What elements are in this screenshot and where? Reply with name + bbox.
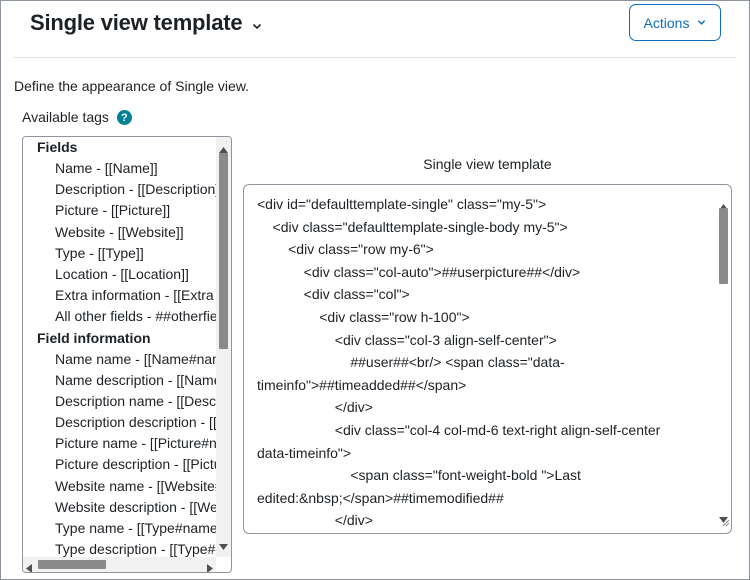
tag-item[interactable]: Description name - [[Description#name]] [23, 391, 216, 412]
page-title: Single view template [30, 10, 243, 35]
chevron-down-icon [697, 18, 706, 27]
code-line: </div> [257, 399, 373, 416]
scroll-right-arrow-icon[interactable] [207, 560, 213, 572]
code-line: <div id="defaulttemplate-single" class="… [257, 196, 547, 212]
available-tags-text: Available tags [22, 109, 109, 125]
tag-item[interactable]: Name description - [[Name#description]] [23, 370, 216, 391]
tag-item[interactable]: Picture - [[Picture]] [23, 200, 216, 221]
tag-item[interactable]: Name - [[Name]] [23, 158, 216, 179]
code-line: <div class="col-3 align-self-center"> [257, 331, 557, 348]
tag-group-heading: Fields [37, 139, 78, 155]
tag-item[interactable]: Description - [[Description]] [23, 179, 216, 200]
help-icon[interactable]: ? [116, 110, 132, 125]
tag-item[interactable]: Description description - [[Description#… [23, 412, 216, 433]
tag-item[interactable]: All other fields - ##otherfields## [23, 306, 216, 327]
chevron-down-icon[interactable] [252, 21, 262, 31]
code-line: <div class="row h-100"> [257, 308, 470, 325]
tag-item[interactable]: Website description - [[Website#descript… [23, 497, 216, 518]
code-line: </div> [257, 512, 373, 529]
tags-horizontal-scrollbar[interactable] [23, 557, 216, 572]
editor-vertical-scrollbar[interactable] [717, 195, 730, 530]
code-line: <div class="col-4 col-md-6 text-right al… [257, 421, 661, 438]
code-line: <div class="row my-6"> [257, 241, 434, 258]
available-tags-label: Available tags ? [22, 109, 132, 125]
scroll-left-arrow-icon[interactable] [26, 560, 32, 572]
editor-label: Single view template [423, 156, 552, 172]
code-line: <div class="defaulttemplate-single-body … [257, 218, 568, 235]
tags-vertical-scrollbar[interactable] [216, 137, 231, 557]
tag-item[interactable]: Type - [[Type]] [23, 243, 216, 264]
code-line: <div class="col"> [257, 286, 410, 303]
page-header: Single view template [30, 8, 262, 38]
actions-button[interactable]: Actions [629, 4, 721, 41]
available-tags-list[interactable]: Fields Name - [[Name]] Description - [[Des… [22, 136, 232, 573]
template-textarea[interactable]: <div id="defaulttemplate-single" class="… [243, 184, 732, 534]
actions-button-label: Actions [643, 14, 690, 31]
tag-item[interactable]: Type name - [[Type#name]] [23, 518, 216, 539]
tags-scroll-thumb[interactable] [219, 153, 228, 349]
code-line: edited:&nbsp;</span>##timemodified## [257, 489, 504, 506]
header-divider [14, 57, 736, 58]
code-line: timeinfo">##timeadded##</span> [257, 376, 467, 393]
tag-item[interactable]: Website name - [[Website#name]] [23, 476, 216, 497]
tag-group-heading: Field information [37, 329, 151, 346]
tag-item[interactable]: Website - [[Website]] [23, 222, 216, 243]
code-line: <span class="font-weight-bold ">Last [257, 467, 581, 484]
tag-item[interactable]: Name name - [[Name#name]] [23, 349, 216, 370]
tag-item[interactable]: Location - [[Location]] [23, 264, 216, 285]
code-line: <div class="col-auto">##userpicture##</d… [257, 263, 581, 280]
template-code[interactable]: <div id="defaulttemplate-single" class="… [257, 193, 717, 532]
tag-item[interactable]: Picture name - [[Picture#name]] [23, 433, 216, 454]
tags-hscroll-thumb[interactable] [38, 560, 106, 569]
scroll-down-arrow-icon[interactable] [219, 537, 228, 555]
page-description: Define the appearance of Single view. [14, 78, 250, 94]
code-line: data-timeinfo"> [257, 444, 352, 461]
tag-item[interactable]: Picture description - [[Picture#descript… [23, 454, 216, 475]
resize-grip-icon[interactable] [721, 514, 730, 532]
tag-item[interactable]: Type description - [[Type#description]] [23, 539, 216, 557]
code-line: ##user##<br/> <span class="data- [257, 354, 565, 371]
editor-scroll-thumb[interactable] [719, 208, 728, 284]
tag-item[interactable]: Extra information - [[Extra information]… [23, 285, 216, 306]
tags-list-content: Fields Name - [[Name]] Description - [[Des… [23, 137, 216, 557]
